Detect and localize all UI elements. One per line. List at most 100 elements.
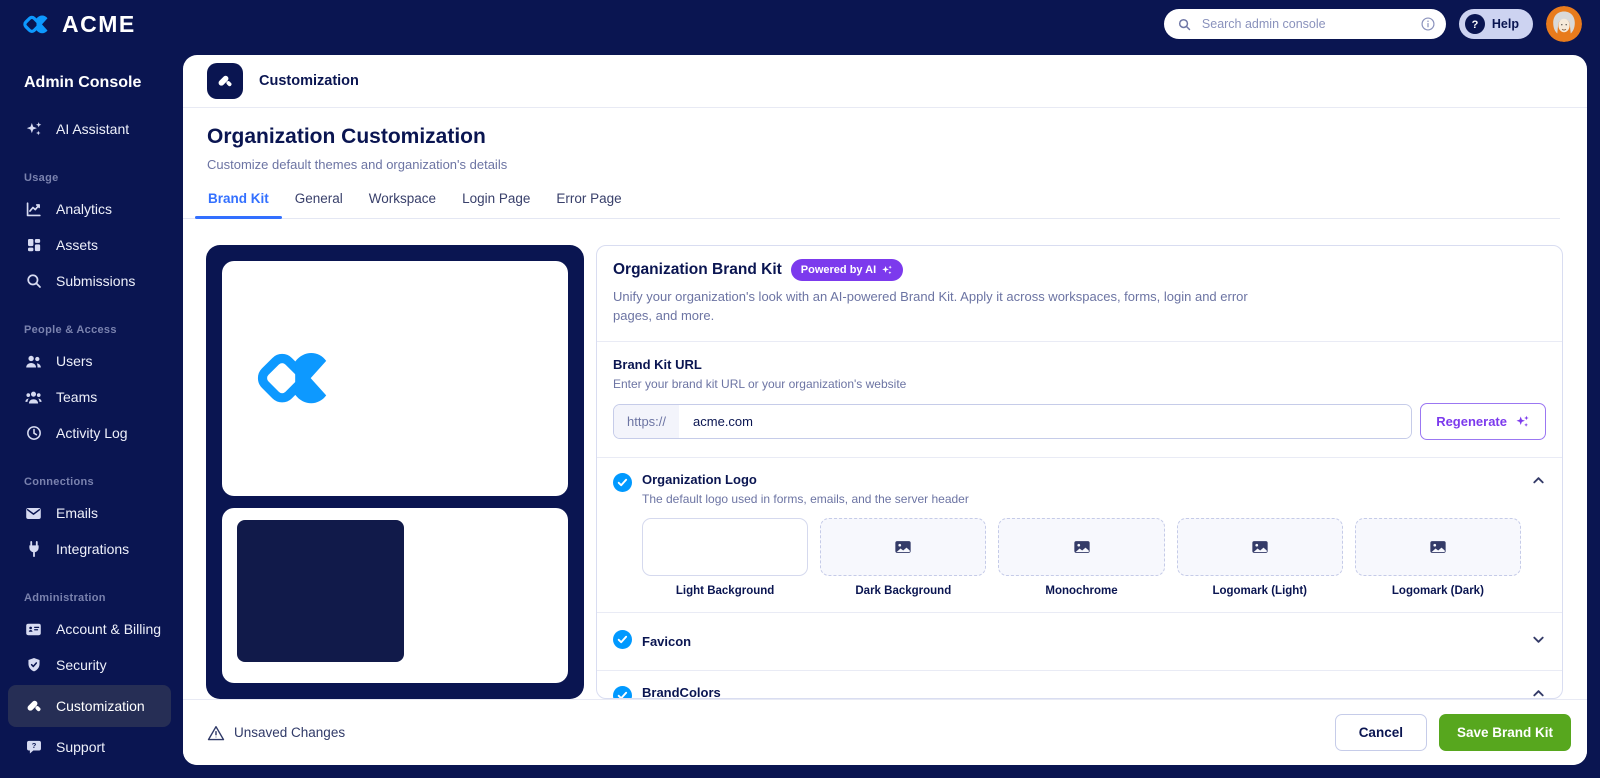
favicon-section-title: Favicon: [642, 633, 692, 649]
search-input-wrapper: [1163, 9, 1446, 39]
sidebar: Admin Console AI Assistant Usage Analyti…: [0, 48, 183, 778]
search-icon: [1178, 18, 1191, 30]
avatar[interactable]: [1546, 6, 1582, 42]
tile-label: Monochrome: [1045, 584, 1118, 597]
sidebar-section-administration: Administration: [24, 592, 106, 604]
svg-text:?: ?: [31, 741, 36, 750]
logo-option-logomark-light: Logomark (Light): [1176, 517, 1343, 597]
assets-icon: [24, 236, 43, 255]
brand-kit-url-input[interactable]: [679, 404, 1412, 438]
check-circle-icon[interactable]: [613, 472, 632, 497]
tab-error-page[interactable]: Error Page: [543, 191, 634, 218]
brand-preview-panel: [206, 245, 584, 699]
brand-kit-title: Organization Brand Kit: [613, 261, 782, 278]
logo-option-monochrome: Monochrome: [998, 517, 1165, 597]
sidebar-item-label: Account & Billing: [56, 621, 162, 637]
topbar-right: ? Help: [1163, 6, 1582, 42]
chevron-down-icon[interactable]: [1531, 631, 1546, 652]
sidebar-item-support[interactable]: ? Support: [0, 729, 183, 765]
tab-login-page[interactable]: Login Page: [449, 191, 543, 218]
logo-tile-monochrome[interactable]: [998, 517, 1165, 576]
badge-label: Powered by AI: [800, 264, 877, 276]
brand-kit-description: Unify your organization's look with an A…: [613, 289, 1248, 323]
sidebar-item-customization[interactable]: Customization: [8, 685, 171, 727]
acme-logomark-preview-icon: [257, 353, 327, 404]
tab-workspace[interactable]: Workspace: [356, 191, 449, 218]
logo-options: Light Background Dark Background Monochr…: [642, 517, 1522, 597]
brand-kit-url-section: Brand Kit URL Enter your brand kit URL o…: [597, 340, 1562, 457]
shield-icon: [24, 656, 43, 675]
check-circle-icon[interactable]: [613, 629, 632, 654]
regenerate-button[interactable]: Regenerate: [1420, 402, 1546, 440]
sidebar-item-emails[interactable]: Emails: [0, 495, 183, 531]
sidebar-title: Admin Console: [24, 74, 142, 91]
url-hint: Enter your brand kit URL or your organiz…: [613, 376, 907, 391]
logo-preview-card: [222, 261, 568, 496]
sidebar-item-label: Emails: [56, 505, 99, 521]
sidebar-section-people: People & Access: [24, 324, 117, 336]
sidebar-item-label: Integrations: [56, 541, 130, 557]
status-label: Unsaved Changes: [234, 725, 346, 740]
sidebar-item-users[interactable]: Users: [0, 343, 183, 379]
breadcrumb: Customization: [259, 73, 359, 89]
avatar-illustration-icon: [1546, 6, 1582, 42]
logo-section-title: Organization Logo: [642, 471, 757, 487]
sidebar-item-teams[interactable]: Teams: [0, 379, 183, 415]
sidebar-item-activity-log[interactable]: Activity Log: [0, 415, 183, 451]
question-icon: ?: [1464, 14, 1485, 34]
url-label: Brand Kit URL: [613, 356, 702, 372]
image-placeholder-icon: [895, 540, 911, 553]
regenerate-label: Regenerate: [1436, 413, 1507, 429]
page-head: Organization Customization Customize def…: [183, 108, 1587, 172]
brand-kit-form: Organization Brand Kit Powered by AI Uni…: [596, 245, 1563, 699]
color-preview-card: [222, 508, 568, 683]
help-button[interactable]: ? Help: [1458, 9, 1533, 39]
url-input-wrapper: https://: [613, 403, 1413, 439]
sidebar-item-label: Assets: [56, 237, 99, 253]
tab-general[interactable]: General: [282, 191, 356, 218]
logo-tile-logomark-dark[interactable]: [1354, 517, 1522, 576]
logo-section-hint: The default logo used in forms, emails, …: [642, 491, 969, 506]
logo-tile-light-background[interactable]: [642, 517, 809, 576]
sparkles-icon: [24, 120, 43, 139]
tile-label: Logomark (Dark): [1391, 584, 1484, 597]
content-area: Organization Brand Kit Powered by AI Uni…: [183, 219, 1587, 699]
main-panel: Customization Organization Customization…: [183, 55, 1587, 765]
sidebar-item-account-billing[interactable]: Account & Billing: [0, 611, 183, 647]
sidebar-item-ai-assistant[interactable]: AI Assistant: [0, 111, 183, 147]
sidebar-item-label: Submissions: [56, 273, 136, 289]
chevron-up-icon[interactable]: [1531, 685, 1546, 698]
save-brand-kit-button[interactable]: Save Brand Kit: [1438, 714, 1571, 751]
page-subtitle: Customize default themes and organizatio…: [207, 157, 508, 172]
logo-option-dark-background: Dark Background: [820, 517, 987, 597]
logo-tile-logomark-light[interactable]: [1176, 517, 1343, 576]
sidebar-item-submissions[interactable]: Submissions: [0, 263, 183, 299]
tab-bar: Brand Kit General Workspace Login Page E…: [183, 191, 1560, 219]
info-icon[interactable]: [1420, 16, 1436, 32]
svg-text:?: ?: [1472, 19, 1479, 31]
chevron-up-icon[interactable]: [1531, 472, 1546, 493]
check-circle-icon[interactable]: [613, 685, 632, 698]
tab-brand-kit[interactable]: Brand Kit: [195, 191, 282, 219]
logo-tile-dark-background[interactable]: [820, 517, 987, 576]
brand-kit-header: Organization Brand Kit Powered by AI Uni…: [597, 246, 1562, 341]
sidebar-item-security[interactable]: Security: [0, 647, 183, 683]
sidebar-section-usage: Usage: [24, 172, 59, 184]
tile-label: Logomark (Light): [1212, 584, 1307, 597]
unsaved-changes-status: Unsaved Changes: [207, 724, 345, 742]
sidebar-item-assets[interactable]: Assets: [0, 227, 183, 263]
envelope-icon: [24, 504, 43, 523]
brand-logo[interactable]: ACME: [22, 11, 136, 38]
image-placeholder-icon: [1073, 540, 1090, 553]
sidebar-item-label: Teams: [56, 389, 98, 405]
page-header: Customization: [183, 55, 1587, 108]
acme-logomark-icon: [23, 14, 48, 33]
sidebar-item-analytics[interactable]: Analytics: [0, 191, 183, 227]
cancel-button[interactable]: Cancel: [1334, 714, 1427, 751]
magnifier-icon: [24, 272, 43, 291]
search-input[interactable]: [1199, 16, 1412, 32]
brand-name: ACME: [62, 10, 136, 37]
paint-roller-icon: [24, 697, 43, 716]
sidebar-item-integrations[interactable]: Integrations: [0, 531, 183, 567]
topbar: ACME ? Help: [0, 0, 1600, 48]
